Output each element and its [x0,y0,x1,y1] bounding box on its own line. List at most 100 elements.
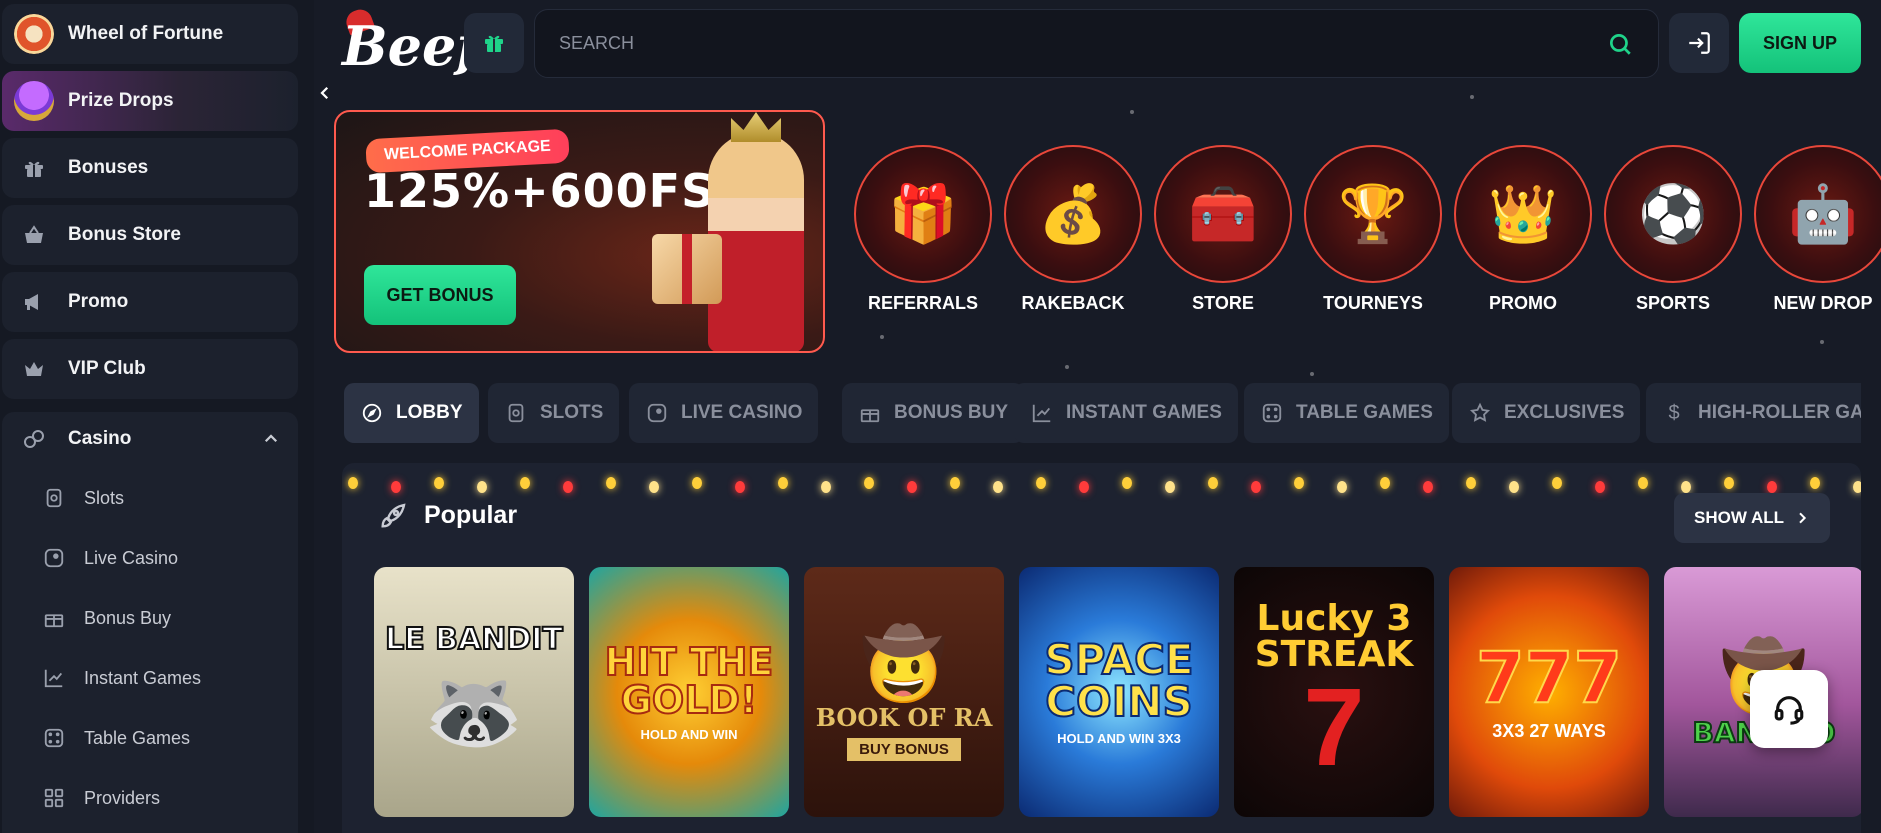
slots-icon [42,486,66,510]
tab-exclusives[interactable]: EXCLUSIVES [1452,383,1641,443]
sidebar-sub-live-casino[interactable]: Live Casino [42,538,178,578]
light-bulb [1638,477,1648,489]
game-card-777[interactable]: 777 3X3 27 WAYS [1449,567,1649,817]
casino-menu: Casino Slots Live Casino Bonus Buy Insta… [2,412,298,833]
tab-instant-games[interactable]: INSTANT GAMES [1014,383,1238,443]
game-subtitle: HOLD AND WIN [640,726,738,742]
tab-lobby[interactable]: LOBBY [344,383,479,443]
soccer-ball-icon: ⚽ [1638,182,1708,245]
chart-icon [1030,401,1054,425]
game-card-le-bandit[interactable]: LE BANDIT 🦝 [374,567,574,817]
compass-icon [360,401,384,425]
category-circle: 🧰 [1154,145,1292,283]
sidebar-sub-providers[interactable]: Providers [42,778,160,818]
category-circle: 💰 [1004,145,1142,283]
gift-box-image [652,234,722,304]
game-subtitle: HOLD AND WIN 3X3 [1057,730,1181,746]
light-bulb [864,477,874,489]
signup-button[interactable]: SIGN UP [1739,13,1861,73]
dice-icon [20,425,48,453]
game-card-lucky-3-streak[interactable]: Lucky 3 STREAK 7 [1234,567,1434,817]
category-label: PROMO [1488,293,1557,313]
string-lights [342,471,1861,495]
tab-live-casino[interactable]: LIVE CASINO [629,383,819,443]
tab-label: LIVE CASINO [681,402,803,423]
support-chat-button[interactable] [1750,670,1828,748]
light-bulb [1380,477,1390,489]
category-rakeback[interactable]: 💰 RAKEBACK [1003,145,1143,314]
grid-icon [42,786,66,810]
sidebar-item-vip-club[interactable]: VIP Club [2,339,298,399]
raccoon-image: 🦝 [424,667,524,756]
tab-high-roller-games[interactable]: $ HIGH-ROLLER GAMES [1646,383,1861,443]
live-icon [645,401,669,425]
game-card-hit-the-gold[interactable]: HIT THE GOLD! HOLD AND WIN [589,567,789,817]
game-card-book-of-ra[interactable]: 🤠 BOOK OF RA BUY BONUS [804,567,1004,817]
sidebar-sub-label: Bonus Buy [84,607,172,628]
sidebar-item-prize-drops[interactable]: Prize Drops [2,71,298,131]
tab-slots[interactable]: SLOTS [488,383,620,443]
light-bulb [1208,477,1218,489]
chevron-up-icon [262,430,280,453]
category-store[interactable]: 🧰 STORE [1153,145,1293,314]
light-bulb [1036,477,1046,489]
login-button[interactable] [1669,13,1729,73]
sidebar-sub-instant-games[interactable]: Instant Games [42,658,201,698]
crown-icon: 👑 [1488,182,1558,245]
robot-icon: 🤖 [1788,182,1858,245]
chest-icon: 🧰 [1188,182,1258,245]
category-tourneys[interactable]: 🏆 TOURNEYS [1303,145,1443,314]
search-icon[interactable] [1600,24,1640,64]
light-bulb [993,481,1003,493]
search-input[interactable] [535,10,1600,77]
game-title: HIT THE GOLD! [604,639,775,722]
trophy-icon: 🏆 [1338,182,1408,245]
category-new-drop[interactable]: 🤖 NEW DROP [1753,145,1881,314]
sidebar-item-wheel-of-fortune[interactable]: Wheel of Fortune [2,4,298,64]
sidebar-item-bonus-store[interactable]: Bonus Store [2,205,298,265]
light-bulb [821,481,831,493]
category-sports[interactable]: ⚽ SPORTS [1603,145,1743,314]
show-all-button[interactable]: SHOW ALL [1674,493,1830,543]
category-promo[interactable]: 👑 PROMO [1453,145,1593,314]
game-subtitle: 7 [1303,666,1365,789]
snow-flake [1820,340,1824,344]
sidebar-item-bonuses[interactable]: Bonuses [2,138,298,198]
game-card-space-coins[interactable]: SPACE COINS HOLD AND WIN 3X3 [1019,567,1219,817]
category-label: REFERRALS [867,293,978,313]
sidebar-sub-table-games[interactable]: Table Games [42,718,190,758]
light-bulb [1853,481,1861,493]
casino-toggle[interactable]: Casino [2,412,298,466]
tab-bonus-buy[interactable]: BONUS BUY [842,383,1025,443]
tab-label: BONUS BUY [894,402,1009,423]
sidebar-item-label: Bonus Store [68,224,181,245]
sidebar-sub-slots[interactable]: Slots [42,478,124,518]
wheel-icon [14,14,54,54]
banner-model-image [708,132,804,351]
gift-button[interactable] [464,13,524,73]
tab-label: INSTANT GAMES [1066,402,1222,423]
collapse-sidebar-button[interactable] [314,82,336,104]
logo[interactable]: Beef [342,6,480,78]
login-icon [1689,32,1710,54]
star-icon [1468,401,1492,425]
dice-icon [42,726,66,750]
game-subtitle: BUY BONUS [847,737,961,761]
light-bulb [778,477,788,489]
chart-icon [42,666,66,690]
sidebar-sub-bonus-buy[interactable]: Bonus Buy [42,598,171,638]
snow-flake [1130,110,1134,114]
category-circle: 🤖 [1754,145,1881,283]
tab-table-games[interactable]: TABLE GAMES [1244,383,1449,443]
light-bulb [1509,481,1519,493]
get-bonus-button[interactable]: GET BONUS [364,265,516,325]
light-bulb [1122,477,1132,489]
welcome-banner[interactable]: WELCOME PACKAGE 125%+600FS GET BONUS [334,110,825,353]
game-tabs: LOBBY SLOTS LIVE CASINO BONUS BUY INSTAN… [342,383,1861,443]
tab-label: HIGH-ROLLER GAMES [1698,402,1861,423]
sidebar-item-promo[interactable]: Promo [2,272,298,332]
sidebar-item-label: Promo [68,291,129,312]
light-bulb [391,481,401,493]
category-referrals[interactable]: 🎁 REFERRALS [853,145,993,314]
light-bulb [1810,477,1820,489]
